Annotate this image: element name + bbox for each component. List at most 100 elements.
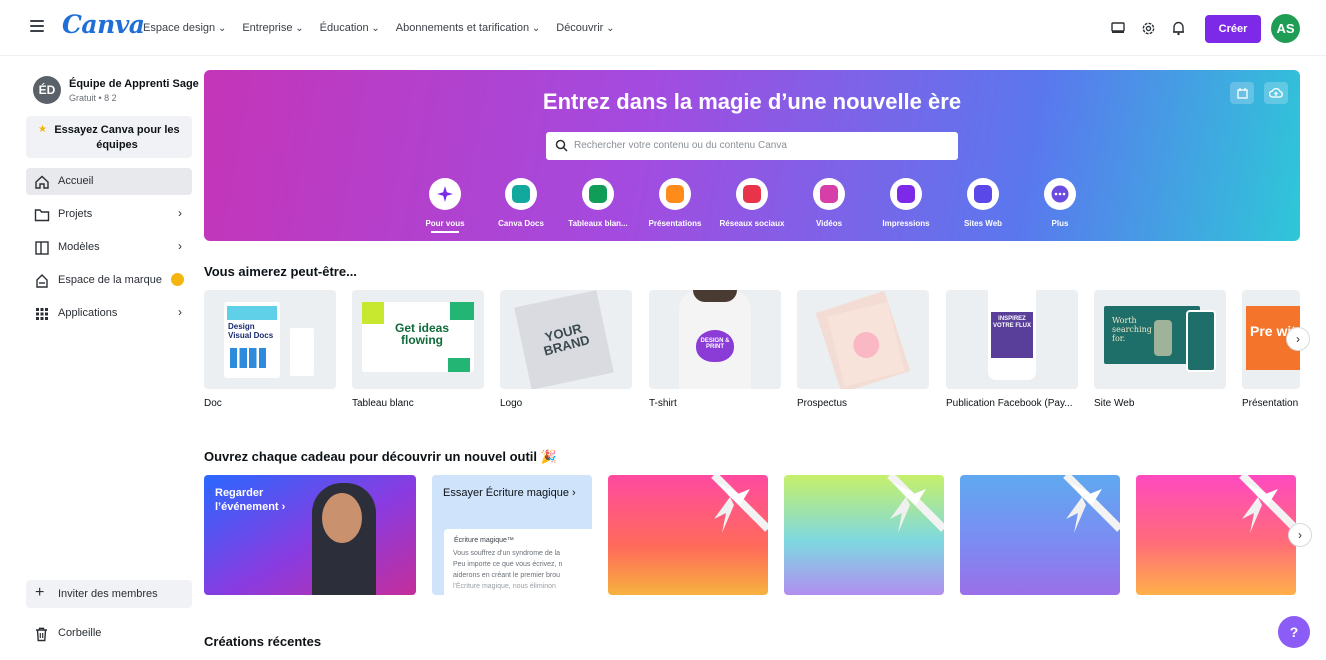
gift-card-mystery-1[interactable]: [608, 475, 768, 595]
nav-entreprise[interactable]: Entreprise: [242, 22, 303, 34]
nav-education[interactable]: Éducation: [320, 22, 380, 34]
canva-logo[interactable]: Canva: [62, 10, 145, 39]
chevron-right-icon: ›: [178, 206, 182, 220]
site-thumb-text: Worth searching for.: [1112, 316, 1152, 343]
try-teams-button[interactable]: ★ Essayez Canva pour les équipes: [26, 116, 192, 158]
sidebar-item-applications[interactable]: Applications ›: [26, 300, 192, 327]
try-teams-label: Essayez Canva pour les équipes: [54, 124, 180, 151]
trash-icon: [36, 627, 47, 642]
user-avatar[interactable]: AS: [1271, 14, 1300, 43]
category-sites-web[interactable]: Sites Web: [943, 178, 1023, 228]
gift-card-magic-write[interactable]: Essayer Écriture magique › Écriture magi…: [432, 475, 592, 595]
gift-card-mystery-3[interactable]: [960, 475, 1120, 595]
sidebar-item-label: Modèles: [58, 241, 100, 253]
website-icon: [974, 185, 992, 203]
category-tableaux-blancs[interactable]: Tableaux blan...: [558, 178, 638, 228]
top-bar: Canva Espace design Entreprise Éducation…: [0, 0, 1326, 56]
category-label: Sites Web: [963, 219, 1003, 228]
nav-abonnements[interactable]: Abonnements et tarification: [396, 22, 540, 34]
carousel-next-button[interactable]: ›: [1286, 327, 1310, 351]
card-label: Publication Facebook (Pay...: [946, 398, 1073, 409]
sidebar: ÉD Équipe de Apprenti Sage Gratuit • 8 2…: [0, 56, 199, 660]
folder-icon: [34, 209, 50, 222]
tshirt-thumb-text: DESIGN & PRINT: [700, 338, 730, 350]
more-dots-icon: [1051, 185, 1069, 203]
help-button[interactable]: ?: [1278, 616, 1310, 648]
section-title-gifts: Ouvrez chaque cadeau pour découvrir un n…: [204, 449, 557, 464]
category-label: Tableaux blan...: [568, 219, 628, 228]
sidebar-item-espace-marque[interactable]: Espace de la marque: [26, 267, 192, 294]
card-doc[interactable]: Design Visual Docs: [204, 290, 336, 389]
monitor-icon[interactable]: [1107, 18, 1129, 40]
category-pour-vous[interactable]: Pour vous: [405, 178, 485, 233]
upload-cloud-icon[interactable]: [1264, 82, 1288, 104]
trash-button[interactable]: Corbeille: [26, 622, 192, 650]
nav-espace-design[interactable]: Espace design: [143, 22, 226, 34]
whiteboard-icon: [589, 185, 607, 203]
video-icon: [820, 185, 838, 203]
search-input[interactable]: Rechercher votre contenu ou du contenu C…: [546, 132, 958, 160]
card-tshirt[interactable]: DESIGN & PRINT: [649, 290, 781, 389]
card-label: Site Web: [1094, 398, 1135, 409]
card-logo[interactable]: YOUR BRAND: [500, 290, 632, 389]
gift-bow-icon: [1063, 475, 1120, 533]
category-plus[interactable]: Plus: [1020, 178, 1100, 228]
doc-thumbnail: Design Visual Docs: [224, 302, 280, 378]
category-impressions[interactable]: Impressions: [866, 178, 946, 228]
category-reseaux-sociaux[interactable]: Réseaux sociaux: [712, 178, 792, 228]
sidebar-item-label: Projets: [58, 208, 93, 220]
card-label: T-shirt: [649, 398, 677, 409]
chevron-right-icon: ›: [1298, 528, 1302, 542]
gift-card-mystery-4[interactable]: [1136, 475, 1296, 595]
gifts-next-button[interactable]: ›: [1288, 523, 1312, 547]
create-button[interactable]: Créer: [1205, 14, 1261, 43]
category-label: Réseaux sociaux: [719, 219, 785, 228]
brand-icon: [36, 274, 48, 288]
magic-write-title: Essayer Écriture magique ›: [443, 487, 576, 499]
section-title-suggestions: Vous aimerez peut-être...: [204, 264, 357, 279]
team-switcher[interactable]: ÉD Équipe de Apprenti Sage Gratuit • 8 2: [33, 76, 199, 110]
top-nav: Espace design Entreprise Éducation Abonn…: [143, 22, 631, 34]
sidebar-item-projets[interactable]: Projets ›: [26, 201, 192, 228]
gift-bow-icon: [711, 475, 768, 533]
sidebar-item-accueil[interactable]: Accueil: [26, 168, 192, 195]
invite-members-button[interactable]: + Inviter des membres: [26, 580, 192, 608]
heart-icon: [743, 185, 761, 203]
event-label: Regarder l’événement ›: [215, 487, 286, 513]
menu-icon[interactable]: [30, 20, 44, 32]
team-name: Équipe de Apprenti Sage: [69, 78, 199, 90]
custom-size-icon[interactable]: [1230, 82, 1254, 104]
apps-grid-icon: [36, 308, 48, 320]
category-videos[interactable]: Vidéos: [789, 178, 869, 228]
card-label: Présentation: [1242, 398, 1299, 409]
magic-line-3: aiderons en créant le premier brou: [453, 572, 561, 579]
sidebar-item-modeles[interactable]: Modèles ›: [26, 234, 192, 261]
card-label: Doc: [204, 398, 222, 409]
card-site-web[interactable]: Worth searching for.: [1094, 290, 1226, 389]
card-label: Logo: [500, 398, 523, 409]
card-whiteboard[interactable]: Get ideas flowing: [352, 290, 484, 389]
trash-label: Corbeille: [58, 627, 102, 639]
category-label: Impressions: [882, 219, 930, 228]
category-label: Plus: [1051, 219, 1069, 228]
sparkle-icon: [437, 186, 453, 202]
sidebar-item-label: Applications: [58, 307, 118, 319]
gift-card-event[interactable]: Regarder l’événement ›: [204, 475, 416, 595]
hero-title: Entrez dans la magie d’une nouvelle ère: [542, 89, 962, 114]
card-facebook-post[interactable]: INSPIREZ VOTRE FLUX: [946, 290, 1078, 389]
search-placeholder: Rechercher votre contenu ou du contenu C…: [574, 140, 787, 151]
category-canva-docs[interactable]: Canva Docs: [481, 178, 561, 228]
gear-icon[interactable]: [1137, 18, 1159, 40]
sidebar-item-label: Espace de la marque: [58, 274, 162, 286]
docs-icon: [512, 185, 530, 203]
card-prospectus[interactable]: [797, 290, 929, 389]
nav-decouvrir[interactable]: Découvrir: [556, 22, 614, 34]
section-title-recent: Créations récentes: [204, 634, 322, 649]
presentation-icon: [666, 185, 684, 203]
bell-icon[interactable]: [1167, 18, 1189, 40]
gift-card-mystery-2[interactable]: [784, 475, 944, 595]
search-icon: [555, 139, 568, 152]
category-presentations[interactable]: Présentations: [635, 178, 715, 228]
magic-write-tag: Écriture magique™: [454, 537, 514, 544]
home-icon: [35, 175, 49, 189]
